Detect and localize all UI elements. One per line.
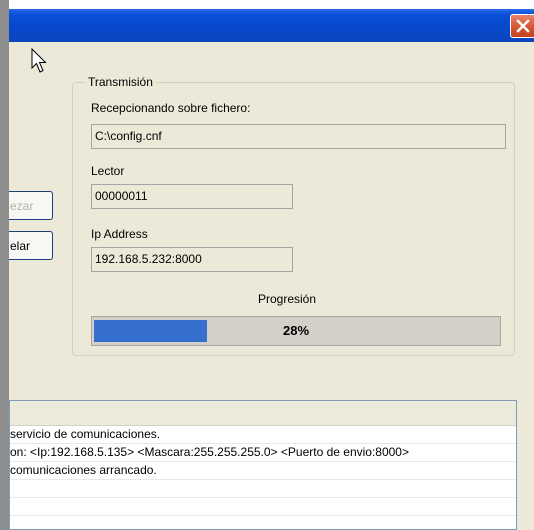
ip-address-field[interactable]: 192.168.5.232:8000 (91, 247, 293, 272)
log-row[interactable]: comunicaciones arrancado. (10, 462, 516, 480)
file-label: Recepcionando sobre fichero: (91, 101, 251, 115)
log-row[interactable]: on: <Ip:192.168.5.135> <Mascara:255.255.… (10, 444, 516, 462)
log-row[interactable] (10, 516, 516, 529)
transmission-legend: Transmisión (88, 75, 153, 89)
mouse-cursor-icon (31, 48, 47, 73)
file-field[interactable]: C:\config.cnf (91, 124, 506, 149)
background-window-edge (0, 0, 9, 530)
log-row[interactable] (10, 480, 516, 498)
start-button-label: ezar (10, 198, 34, 213)
progress-percent: 28% (282, 323, 310, 338)
cancel-button[interactable]: elar (9, 231, 53, 260)
ip-address-label: Ip Address (91, 227, 148, 241)
start-button[interactable]: ezar (9, 191, 53, 220)
progress-bar: 28% (91, 316, 501, 346)
log-row[interactable] (10, 498, 516, 516)
transmission-group: Transmisión (72, 75, 515, 356)
title-bar[interactable] (9, 9, 534, 42)
right-edge-panel (517, 400, 534, 530)
close-button[interactable] (510, 14, 534, 38)
progress-label: Progresión (258, 292, 317, 306)
close-icon (515, 19, 530, 33)
cancel-button-label: elar (10, 238, 31, 253)
log-row[interactable]: servicio de comunicaciones. (10, 426, 516, 444)
log-list-header[interactable] (10, 401, 516, 426)
reader-label: Lector (91, 164, 125, 178)
log-list[interactable]: servicio de comunicaciones. on: <Ip:192.… (9, 400, 517, 530)
reader-field[interactable]: 00000011 (91, 184, 293, 209)
